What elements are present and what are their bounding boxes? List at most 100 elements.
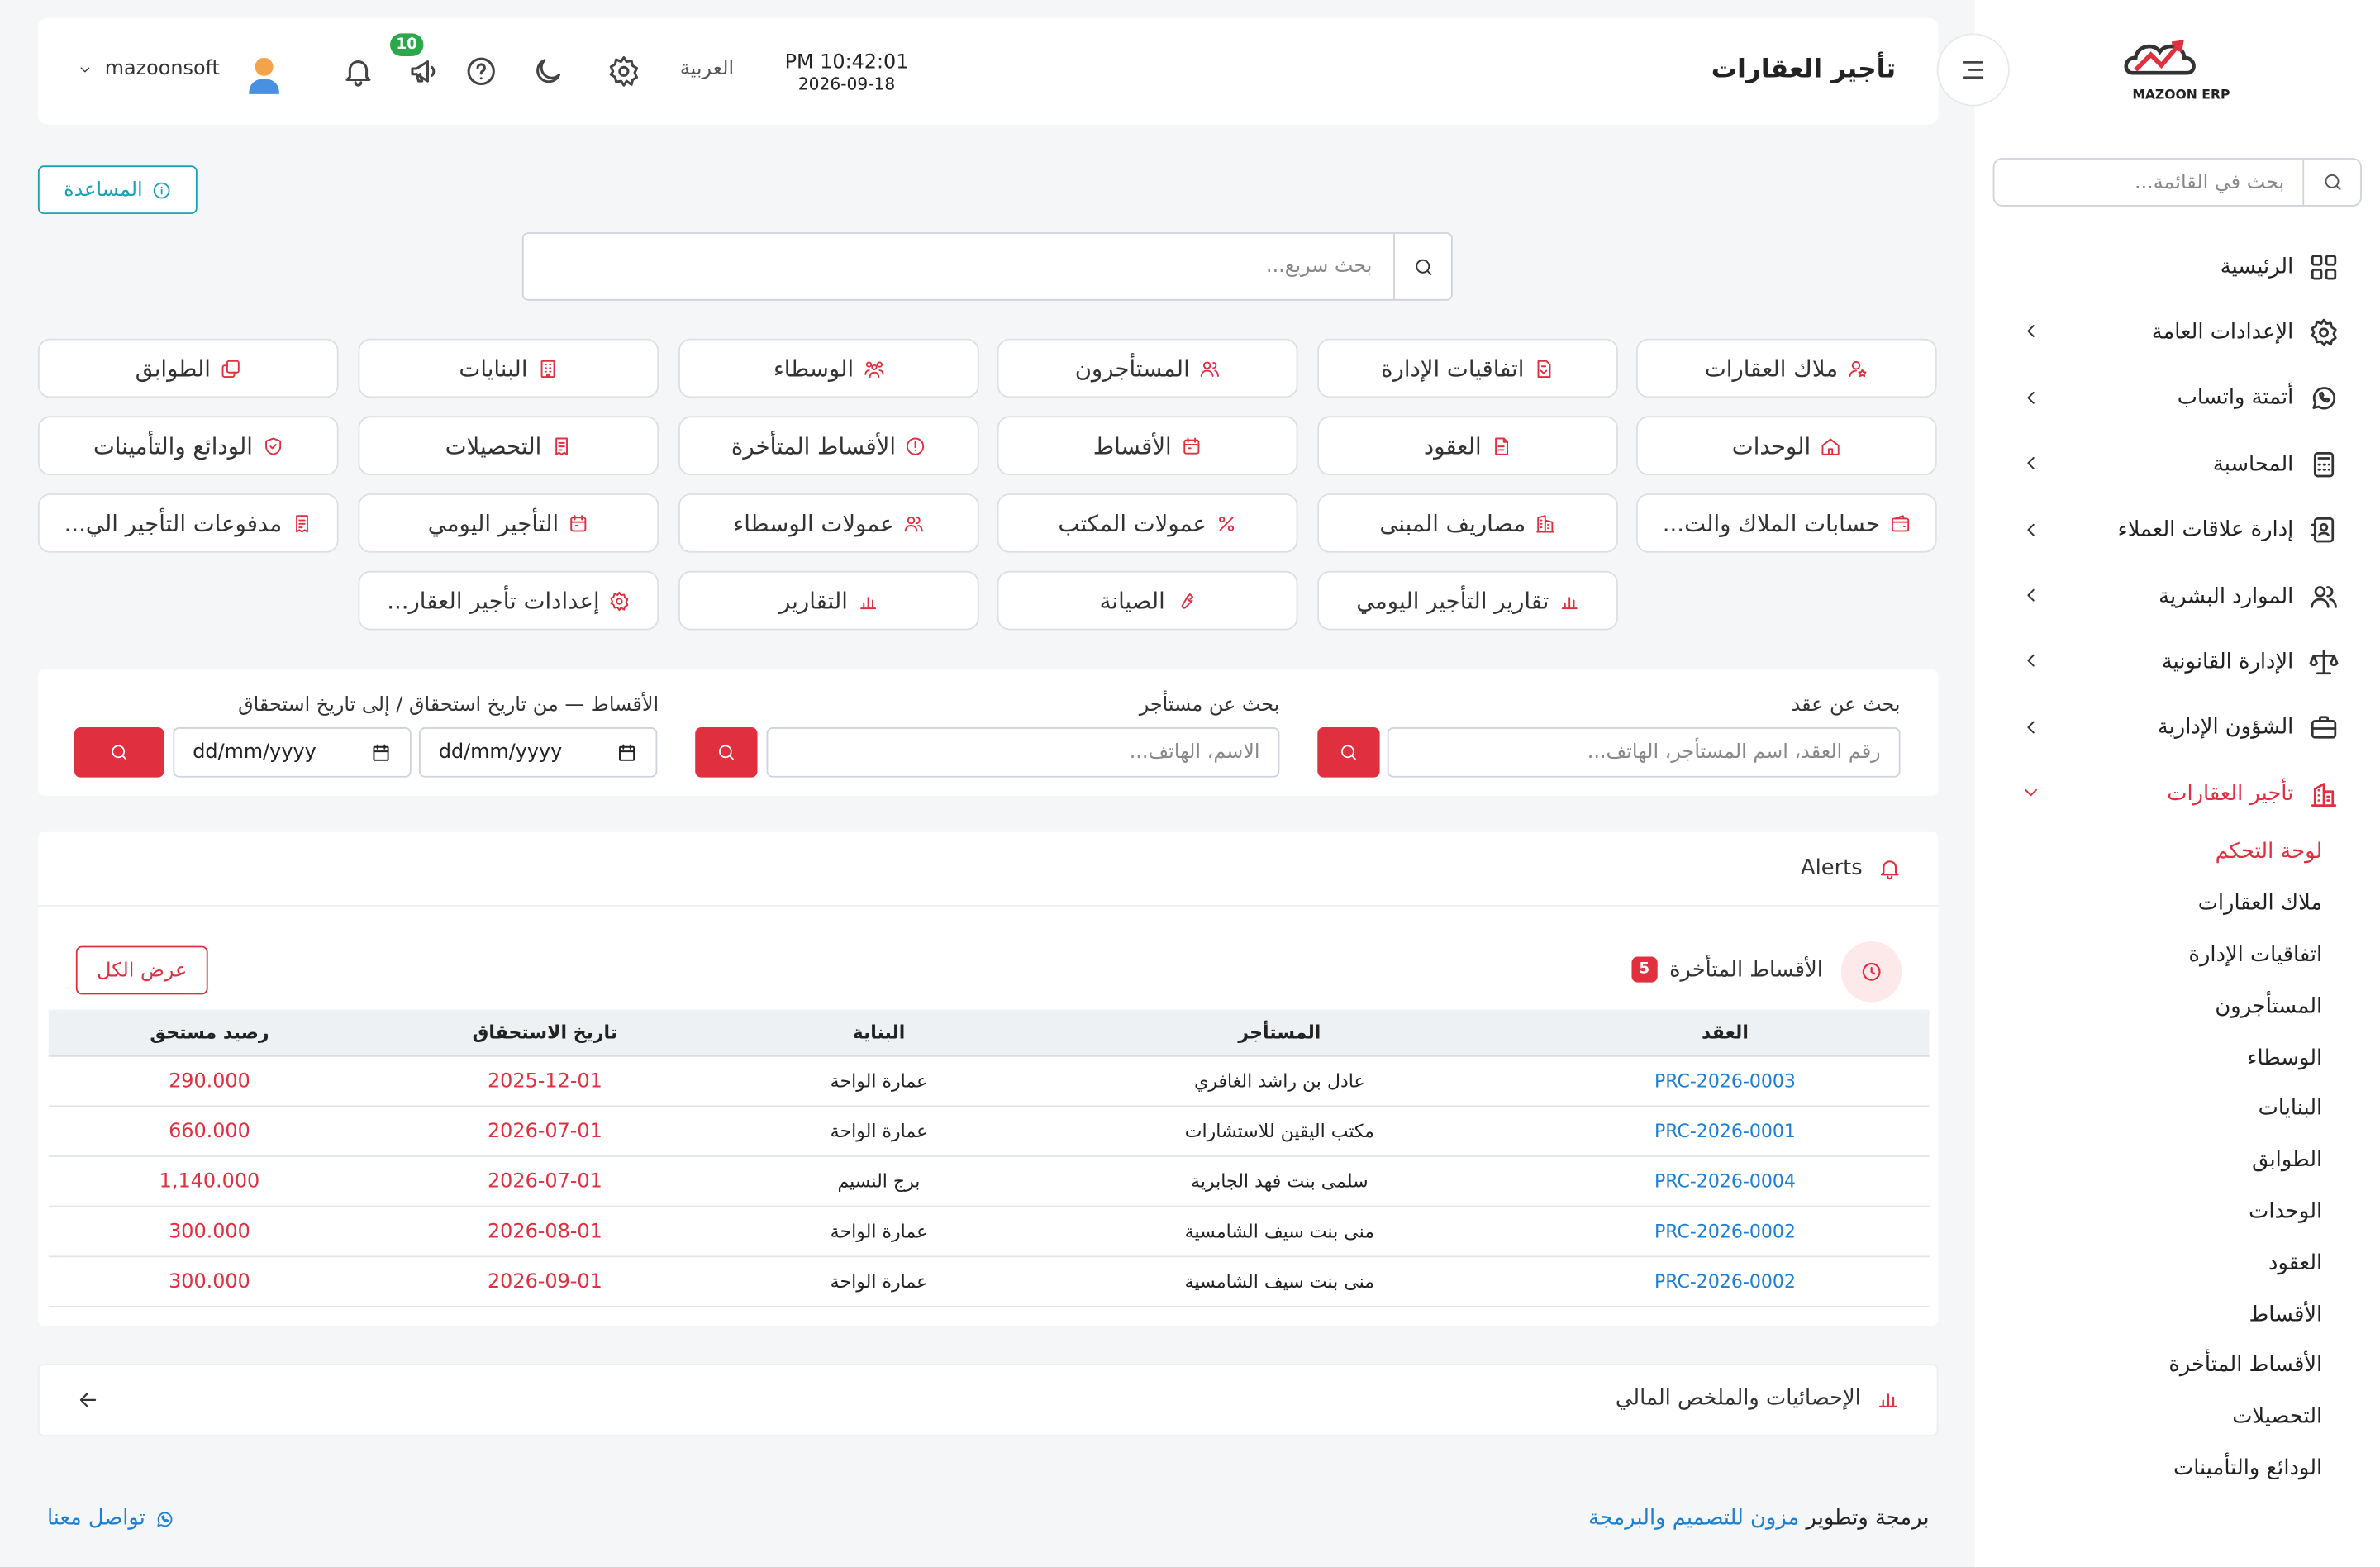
tenant-search-button[interactable] xyxy=(695,727,758,778)
shortcut-card[interactable]: ملاك العقارات xyxy=(1635,338,1937,398)
search-icon[interactable] xyxy=(2302,159,2360,206)
calendar-icon[interactable] xyxy=(616,741,638,763)
stats-panel[interactable]: الإحصائيات والملخص المالي xyxy=(37,1363,1939,1437)
cell-contract-link[interactable]: PRC-2026-0002 xyxy=(1521,1271,1929,1293)
footer-brand-link[interactable]: مزون للتصميم والبرمجة xyxy=(1588,1507,1799,1531)
avatar[interactable] xyxy=(241,51,287,97)
shortcut-card[interactable]: التحصيلات xyxy=(358,416,659,476)
shortcut-card[interactable]: الوحدات xyxy=(1635,416,1937,476)
sidebar-item-legal[interactable]: الإدارة القانونية xyxy=(1975,629,2380,695)
shield-icon xyxy=(264,436,281,455)
cell-balance: 300.000 xyxy=(169,1269,250,1293)
shortcut-card[interactable]: البنايات xyxy=(358,338,659,398)
bell-icon[interactable] xyxy=(341,55,374,88)
cell-contract-link[interactable]: PRC-2026-0003 xyxy=(1521,1070,1929,1092)
sidebar-sub-late-installments[interactable]: الأقساط المتأخرة xyxy=(1975,1340,2380,1391)
sidebar-item-accounting[interactable]: المحاسبة xyxy=(1975,431,2380,498)
column-header: العقد xyxy=(1702,1022,1749,1044)
sidebar-sub-contracts[interactable]: العقود xyxy=(1975,1237,2380,1288)
table-row[interactable]: 300.000 2026-08-01 عمارة الواحة منى بنت سيف… xyxy=(48,1207,1930,1258)
shortcut-label: الأقساط المتأخرة xyxy=(731,431,897,460)
cell-contract-link[interactable]: PRC-2026-0002 xyxy=(1521,1221,1929,1242)
shortcut-card[interactable]: التقارير xyxy=(678,570,979,631)
date-from-value: dd/mm/yyyy xyxy=(438,741,563,764)
sidebar-sub-owners[interactable]: ملاك العقارات xyxy=(1975,878,2380,929)
sidebar-sub-installments[interactable]: الأقساط xyxy=(1975,1288,2380,1340)
sidebar-search[interactable]: بحث في القائمة... xyxy=(1992,158,2362,207)
cell-building: عمارة الواحة xyxy=(830,1070,928,1092)
shortcut-card[interactable]: عمولات الوسطاء xyxy=(678,493,979,553)
calendar-icon[interactable] xyxy=(370,741,392,763)
user-menu[interactable]: mazoonsoft xyxy=(78,58,220,80)
date-from-input[interactable]: dd/mm/yyyy xyxy=(418,727,658,778)
cell-contract-link[interactable]: PRC-2026-0001 xyxy=(1521,1121,1929,1142)
contract-search-button[interactable] xyxy=(1317,727,1380,778)
cell-due-date: 2026-07-01 xyxy=(487,1169,602,1193)
shortcut-card[interactable]: الصيانة xyxy=(997,570,1298,631)
cell-due-date: 2026-07-01 xyxy=(487,1119,602,1143)
shortcut-card[interactable]: عمولات المكتب xyxy=(997,493,1298,553)
sidebar-sub-collections[interactable]: التحصيلات xyxy=(1975,1391,2380,1442)
sidebar-item-home[interactable]: الرئيسية xyxy=(1975,234,2380,300)
shortcut-card[interactable]: إعدادات تأجير العقار... xyxy=(358,570,659,631)
language-switch[interactable]: العربية xyxy=(680,58,734,81)
shortcut-card[interactable]: العقود xyxy=(1317,416,1618,476)
table-row[interactable]: 300.000 2026-09-01 عمارة الواحة منى بنت سيف… xyxy=(48,1257,1930,1307)
view-all-button[interactable]: عرض الكل xyxy=(75,945,208,995)
sidebar-item-whatsapp[interactable]: أتمتة واتساب xyxy=(1975,365,2380,431)
sidebar-sub-floors[interactable]: الطوابق xyxy=(1975,1135,2380,1186)
shortcut-label: المستأجرون xyxy=(1074,354,1190,383)
column-header: تاريخ الاستحقاق xyxy=(472,1022,618,1044)
quick-search-input[interactable]: بحث سريع... xyxy=(524,234,1393,299)
table-row[interactable]: 660.000 2026-07-01 عمارة الواحة مكتب اليقين… xyxy=(48,1107,1930,1157)
contract-search-input[interactable]: رقم العقد، اسم المستأجر، الهاتف... xyxy=(1387,727,1901,778)
sidebar-item-crm[interactable]: إدارة علاقات العملاء xyxy=(1975,498,2380,564)
shortcut-card[interactable]: حسابات الملاك والت... xyxy=(1635,493,1937,553)
logo-icon xyxy=(2124,40,2196,75)
shortcut-card[interactable]: المستأجرون xyxy=(997,338,1298,398)
table-row[interactable]: 290.000 2025-12-01 عمارة الواحة عادل بن راش… xyxy=(48,1057,1930,1107)
sidebar-item-property-rental[interactable]: تأجير العقارات xyxy=(1975,761,2380,827)
sidebar-sub-tenants[interactable]: المستأجرون xyxy=(1975,981,2380,1032)
megaphone-icon[interactable] xyxy=(407,55,440,88)
help-circle-icon[interactable] xyxy=(464,55,497,88)
shortcut-card[interactable]: اتفاقيات الإدارة xyxy=(1317,338,1618,398)
sidebar-sub-dashboard[interactable]: لوحة التحكم xyxy=(1975,826,2380,878)
shortcut-card[interactable]: الطوابق xyxy=(37,338,339,398)
chevron-down-icon xyxy=(80,66,90,72)
contact-link[interactable]: تواصل معنا xyxy=(47,1507,174,1531)
late-installments-count: 5 xyxy=(1631,956,1658,983)
sidebar-sub-agreements[interactable]: اتفاقيات الإدارة xyxy=(1975,930,2380,981)
date-to-input[interactable]: dd/mm/yyyy xyxy=(173,727,412,778)
installments-search-button[interactable] xyxy=(74,727,164,778)
sidebar-sub-brokers[interactable]: الوسطاء xyxy=(1975,1032,2380,1084)
quick-search[interactable]: بحث سريع... xyxy=(521,232,1453,301)
cell-contract-link[interactable]: PRC-2026-0004 xyxy=(1521,1170,1929,1192)
app-logo[interactable]: MAZOON ERP xyxy=(2121,33,2242,112)
moon-icon[interactable] xyxy=(531,55,564,88)
alerts-panel: Alerts الأقساط المتأخرة 5 عرض الكل رصيد … xyxy=(37,831,1939,1326)
shortcut-card[interactable]: الأقساط المتأخرة xyxy=(678,416,979,476)
shortcut-card[interactable]: الوسطاء xyxy=(678,338,979,398)
settings-icon[interactable] xyxy=(607,55,640,88)
shortcut-card[interactable]: التأجير اليومي xyxy=(358,493,659,553)
shortcut-label: العقود xyxy=(1423,431,1482,460)
sidebar-toggle-button[interactable] xyxy=(1936,33,2010,107)
shortcut-card[interactable]: الودائع والتأمينات xyxy=(37,416,339,476)
shortcut-card[interactable]: مصاريف المبنى xyxy=(1317,493,1618,553)
shortcut-card[interactable]: الأقساط xyxy=(997,416,1298,476)
arrow-left-icon[interactable] xyxy=(76,1388,100,1412)
sidebar-sub-deposits[interactable]: الودائع والتأمينات xyxy=(1975,1442,2380,1493)
help-button[interactable]: المساعدة xyxy=(37,165,198,215)
sidebar-item-hr[interactable]: الموارد البشرية xyxy=(1975,564,2380,630)
sidebar-item-general-settings[interactable]: الإعدادات العامة xyxy=(1975,300,2380,366)
search-icon[interactable] xyxy=(1393,233,1451,299)
sidebar-sub-buildings[interactable]: البنايات xyxy=(1975,1084,2380,1135)
sidebar-search-input[interactable]: بحث في القائمة... xyxy=(1994,160,2302,205)
table-row[interactable]: 1,140.000 2026-07-01 برج النسيم سلمى بنت فه… xyxy=(48,1157,1930,1207)
sidebar-item-admin-affairs[interactable]: الشؤون الإدارية xyxy=(1975,695,2380,761)
sidebar-sub-units[interactable]: الوحدات xyxy=(1975,1186,2380,1237)
shortcut-card[interactable]: مدفوعات التأجير الي... xyxy=(37,493,339,553)
shortcut-card[interactable]: تقارير التأجير اليومي xyxy=(1317,570,1618,631)
tenant-search-input[interactable]: الاسم، الهاتف... xyxy=(766,727,1280,778)
